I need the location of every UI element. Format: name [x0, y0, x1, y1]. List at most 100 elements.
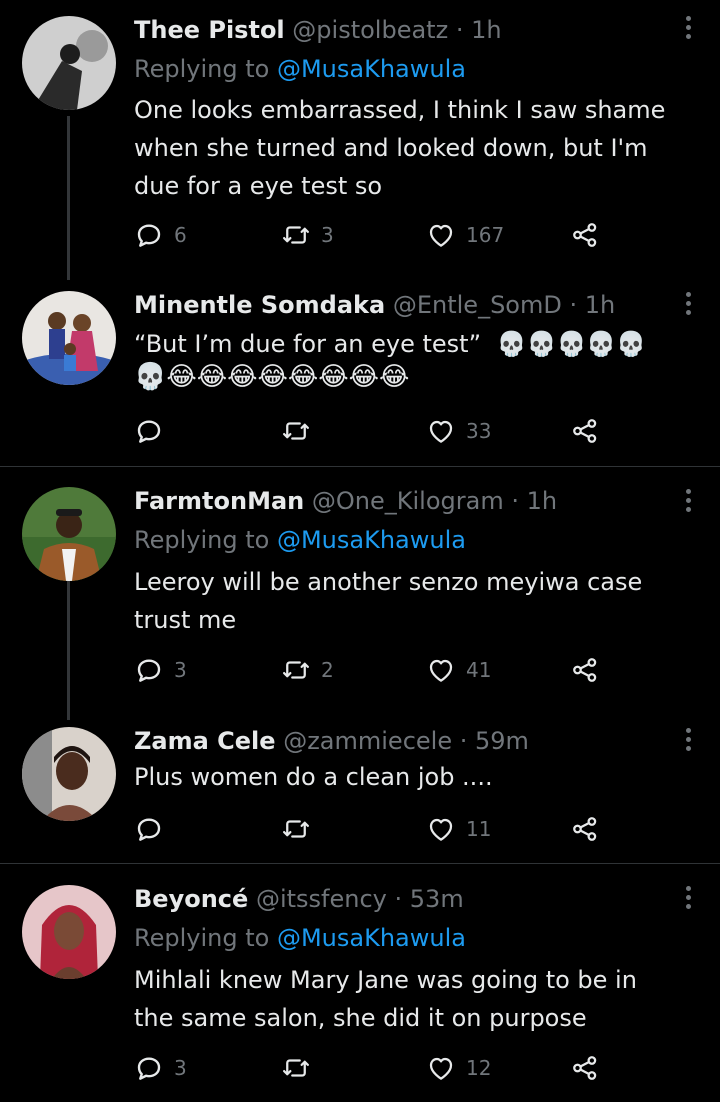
share-button[interactable]: [570, 653, 600, 687]
timestamp[interactable]: 59m: [475, 727, 529, 755]
display-name[interactable]: Thee Pistol: [134, 16, 285, 44]
tweet-4[interactable]: Zama Cele @zammiecele · 59m Plus women d…: [0, 720, 720, 863]
retweet-count: 2: [321, 658, 334, 682]
mention-link[interactable]: @MusaKhawula: [277, 526, 466, 554]
like-icon: [429, 659, 453, 682]
like-icon: [429, 1057, 453, 1080]
avatar[interactable]: [22, 487, 116, 581]
emoji-line-1: 💀💀💀💀💀: [496, 330, 647, 358]
tweet-actions: 33: [134, 414, 614, 448]
like-icon: [429, 224, 453, 247]
retweet-count: 3: [321, 223, 334, 247]
tweet-text: Plus women do a clean job ....: [134, 763, 493, 791]
share-button[interactable]: [570, 812, 600, 846]
like-count: 33: [466, 419, 492, 443]
tweet-3[interactable]: FarmtonMan @One_Kilogram · 1h Replying t…: [0, 467, 720, 720]
retweet-button[interactable]: 3: [281, 218, 334, 252]
avatar[interactable]: [22, 727, 116, 821]
display-name[interactable]: Minentle Somdaka: [134, 291, 385, 319]
separator-dot: ·: [511, 487, 519, 515]
mention-link[interactable]: @MusaKhawula: [277, 924, 466, 952]
more-icon[interactable]: [684, 489, 692, 516]
reply-button[interactable]: 3: [134, 1051, 187, 1085]
reply-button[interactable]: 6: [134, 218, 187, 252]
tweet-1[interactable]: Thee Pistol @pistolbeatz · 1h Replying t…: [0, 0, 720, 280]
retweet-button[interactable]: 2: [281, 653, 334, 687]
emoji-line-2: 💀😂😂😂😂😂😂😂😂: [134, 362, 410, 392]
tweet-text: “But I’m due for an eye test” 💀💀💀💀💀: [134, 325, 704, 363]
timestamp[interactable]: 1h: [471, 16, 501, 44]
display-name[interactable]: Beyoncé: [134, 885, 248, 913]
tweet-actions: 6 3 167: [134, 218, 614, 252]
like-count: 167: [466, 223, 505, 247]
user-handle[interactable]: @pistolbeatz: [292, 16, 448, 44]
tweet-actions: 3 12: [134, 1051, 614, 1085]
reply-count: 3: [174, 658, 187, 682]
thread-line: [67, 116, 70, 280]
more-icon[interactable]: [684, 886, 692, 913]
reply-count: 6: [174, 223, 187, 247]
reply-button[interactable]: 3: [134, 653, 187, 687]
share-button[interactable]: [570, 414, 600, 448]
reply-icon: [137, 818, 161, 841]
reply-icon: [137, 224, 161, 247]
replying-to: Replying to @MusaKhawula: [134, 523, 466, 557]
display-name[interactable]: FarmtonMan: [134, 487, 304, 515]
tweet-header: Minentle Somdaka @Entle_SomD · 1h: [134, 288, 615, 322]
like-count: 12: [466, 1056, 492, 1080]
avatar[interactable]: [22, 291, 116, 385]
like-button[interactable]: 167: [426, 218, 504, 252]
replying-label: Replying to: [134, 924, 270, 952]
timestamp[interactable]: 1h: [527, 487, 557, 515]
user-handle[interactable]: @zammiecele: [283, 727, 452, 755]
share-icon: [573, 223, 597, 247]
reply-icon: [137, 1057, 161, 1080]
retweet-button[interactable]: [281, 812, 321, 846]
reply-button[interactable]: [134, 812, 174, 846]
separator-dot: ·: [394, 885, 403, 913]
share-button[interactable]: [570, 218, 600, 252]
like-icon: [429, 420, 453, 443]
like-button[interactable]: 12: [426, 1051, 491, 1085]
user-handle[interactable]: @Entle_SomD: [393, 291, 562, 319]
retweet-button[interactable]: [281, 1051, 321, 1085]
share-button[interactable]: [570, 1051, 600, 1085]
reply-icon: [137, 420, 161, 443]
tweet-header: FarmtonMan @One_Kilogram · 1h: [134, 484, 557, 518]
timestamp[interactable]: 1h: [585, 291, 615, 319]
reply-button[interactable]: [134, 414, 174, 448]
more-icon[interactable]: [684, 728, 692, 755]
like-button[interactable]: 11: [426, 812, 491, 846]
tweet-header: Thee Pistol @pistolbeatz · 1h: [134, 13, 502, 47]
like-button[interactable]: 41: [426, 653, 491, 687]
tweet-5[interactable]: Beyoncé @itssfency · 53m Replying to @Mu…: [0, 864, 720, 1102]
user-handle[interactable]: @One_Kilogram: [312, 487, 504, 515]
avatar[interactable]: [22, 885, 116, 979]
more-icon[interactable]: [684, 16, 692, 43]
user-handle[interactable]: @itssfency: [256, 885, 387, 913]
more-icon[interactable]: [684, 292, 692, 319]
retweet-button[interactable]: [281, 414, 321, 448]
replying-label: Replying to: [134, 55, 270, 83]
avatar[interactable]: [22, 16, 116, 110]
tweet-2[interactable]: Minentle Somdaka @Entle_SomD · 1h “But I…: [0, 280, 720, 466]
mention-link[interactable]: @MusaKhawula: [277, 55, 466, 83]
tweet-header: Zama Cele @zammiecele · 59m: [134, 724, 529, 758]
share-icon: [573, 1056, 597, 1080]
separator-dot: ·: [569, 291, 578, 319]
thread-line: [67, 581, 70, 720]
retweet-icon: [283, 661, 309, 679]
reply-count: 3: [174, 1056, 187, 1080]
like-button[interactable]: 33: [426, 414, 491, 448]
retweet-icon: [283, 226, 309, 244]
tweet-text: Mihlali knew Mary Jane was going to be i…: [134, 966, 637, 1032]
tweet-actions: 11: [134, 812, 614, 846]
retweet-icon: [283, 820, 309, 838]
display-name[interactable]: Zama Cele: [134, 727, 276, 755]
replying-label: Replying to: [134, 526, 270, 554]
tweet-text-body: “But I’m due for an eye test”: [134, 330, 482, 358]
timestamp[interactable]: 53m: [410, 885, 464, 913]
share-icon: [573, 658, 597, 682]
replying-to: Replying to @MusaKhawula: [134, 921, 466, 955]
like-count: 41: [466, 658, 492, 682]
